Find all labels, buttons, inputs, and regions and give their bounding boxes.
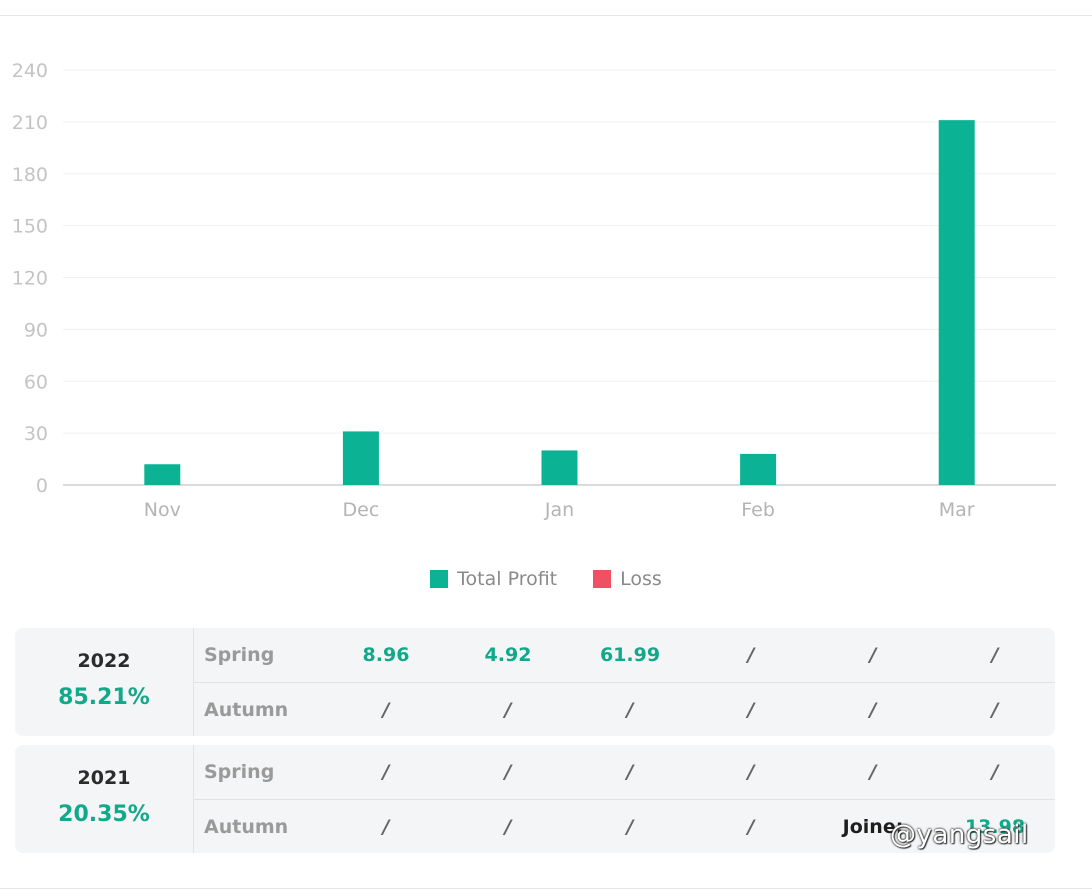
season-label: Spring bbox=[204, 761, 275, 783]
x-tick-label: Feb bbox=[741, 499, 775, 521]
y-tick-label: 0 bbox=[36, 475, 48, 497]
x-tick-label: Dec bbox=[343, 499, 380, 521]
top-divider bbox=[0, 15, 1092, 16]
legend-item-total-profit[interactable]: Total Profit bbox=[430, 568, 557, 590]
y-tick-label: 210 bbox=[12, 112, 48, 134]
legend-swatch-total-profit bbox=[430, 570, 449, 588]
bottom-divider bbox=[0, 888, 1092, 889]
season-row-spring: Spring 8.96 4.92 61.99 / / / bbox=[194, 628, 1055, 683]
table-cell: / bbox=[626, 816, 634, 838]
table-cell: / bbox=[991, 644, 999, 666]
year-label: 2021 bbox=[77, 767, 131, 789]
bar-mar bbox=[938, 120, 975, 485]
profit-bar-chart: 0 30 60 90 120 150 180 210 240 Nov Dec Jan Feb Mar bbox=[12, 60, 1056, 521]
watermark: @yangsail bbox=[890, 820, 1029, 850]
table-cell: 4.92 bbox=[484, 644, 532, 666]
y-tick-label: 120 bbox=[12, 268, 48, 290]
table-cell: / bbox=[626, 699, 634, 721]
table-cell: / bbox=[382, 816, 390, 838]
y-tick-label: 150 bbox=[12, 216, 48, 238]
year-card-2022: 2022 85.21% Spring 8.96 4.92 61.99 / / /… bbox=[15, 628, 1055, 736]
x-tick-label: Nov bbox=[144, 499, 181, 521]
table-cell: / bbox=[991, 761, 999, 783]
y-tick-label: 60 bbox=[24, 371, 48, 393]
legend-label-total-profit: Total Profit bbox=[457, 568, 558, 590]
table-cell: / bbox=[869, 699, 877, 721]
year-summary: 2022 85.21% bbox=[15, 628, 194, 736]
table-cell: / bbox=[869, 761, 877, 783]
bar-nov bbox=[144, 464, 181, 485]
table-cell: 61.99 bbox=[599, 644, 661, 666]
season-label: Autumn bbox=[204, 699, 289, 721]
y-tick-label: 90 bbox=[24, 319, 48, 341]
table-cell: / bbox=[991, 699, 999, 721]
table-cell: / bbox=[747, 699, 755, 721]
year-return-rate: 20.35% bbox=[58, 802, 150, 827]
table-cell: / bbox=[504, 761, 512, 783]
legend-swatch-loss bbox=[593, 570, 612, 588]
table-cell: / bbox=[382, 761, 390, 783]
table-cell: / bbox=[382, 699, 390, 721]
table-cell: / bbox=[504, 699, 512, 721]
chart-legend: Total Profit Loss bbox=[0, 566, 1092, 592]
table-cell: / bbox=[747, 644, 755, 666]
year-summary: 2021 20.35% bbox=[15, 745, 194, 853]
x-tick-label: Mar bbox=[939, 499, 975, 521]
x-tick-label: Jan bbox=[544, 499, 574, 521]
y-tick-label: 180 bbox=[12, 164, 48, 186]
season-row-spring: Spring / / / / / / bbox=[194, 745, 1055, 800]
legend-item-loss[interactable]: Loss bbox=[593, 568, 662, 590]
y-tick-label: 240 bbox=[12, 60, 48, 82]
bar-feb bbox=[740, 453, 777, 485]
season-row-autumn: Autumn / / / / / / bbox=[194, 683, 1055, 736]
table-cell: / bbox=[747, 761, 755, 783]
table-cell: / bbox=[869, 644, 877, 666]
season-label: Autumn bbox=[204, 816, 289, 838]
table-cell: 8.96 bbox=[362, 644, 410, 666]
table-cell: / bbox=[747, 816, 755, 838]
year-label: 2022 bbox=[77, 650, 131, 672]
bar-jan bbox=[541, 450, 578, 485]
table-cell: / bbox=[504, 816, 512, 838]
year-return-rate: 85.21% bbox=[58, 685, 150, 710]
season-label: Spring bbox=[204, 644, 275, 666]
legend-label-loss: Loss bbox=[620, 568, 662, 590]
table-cell: / bbox=[626, 761, 634, 783]
y-tick-label: 30 bbox=[24, 423, 48, 445]
bar-dec bbox=[342, 431, 379, 485]
